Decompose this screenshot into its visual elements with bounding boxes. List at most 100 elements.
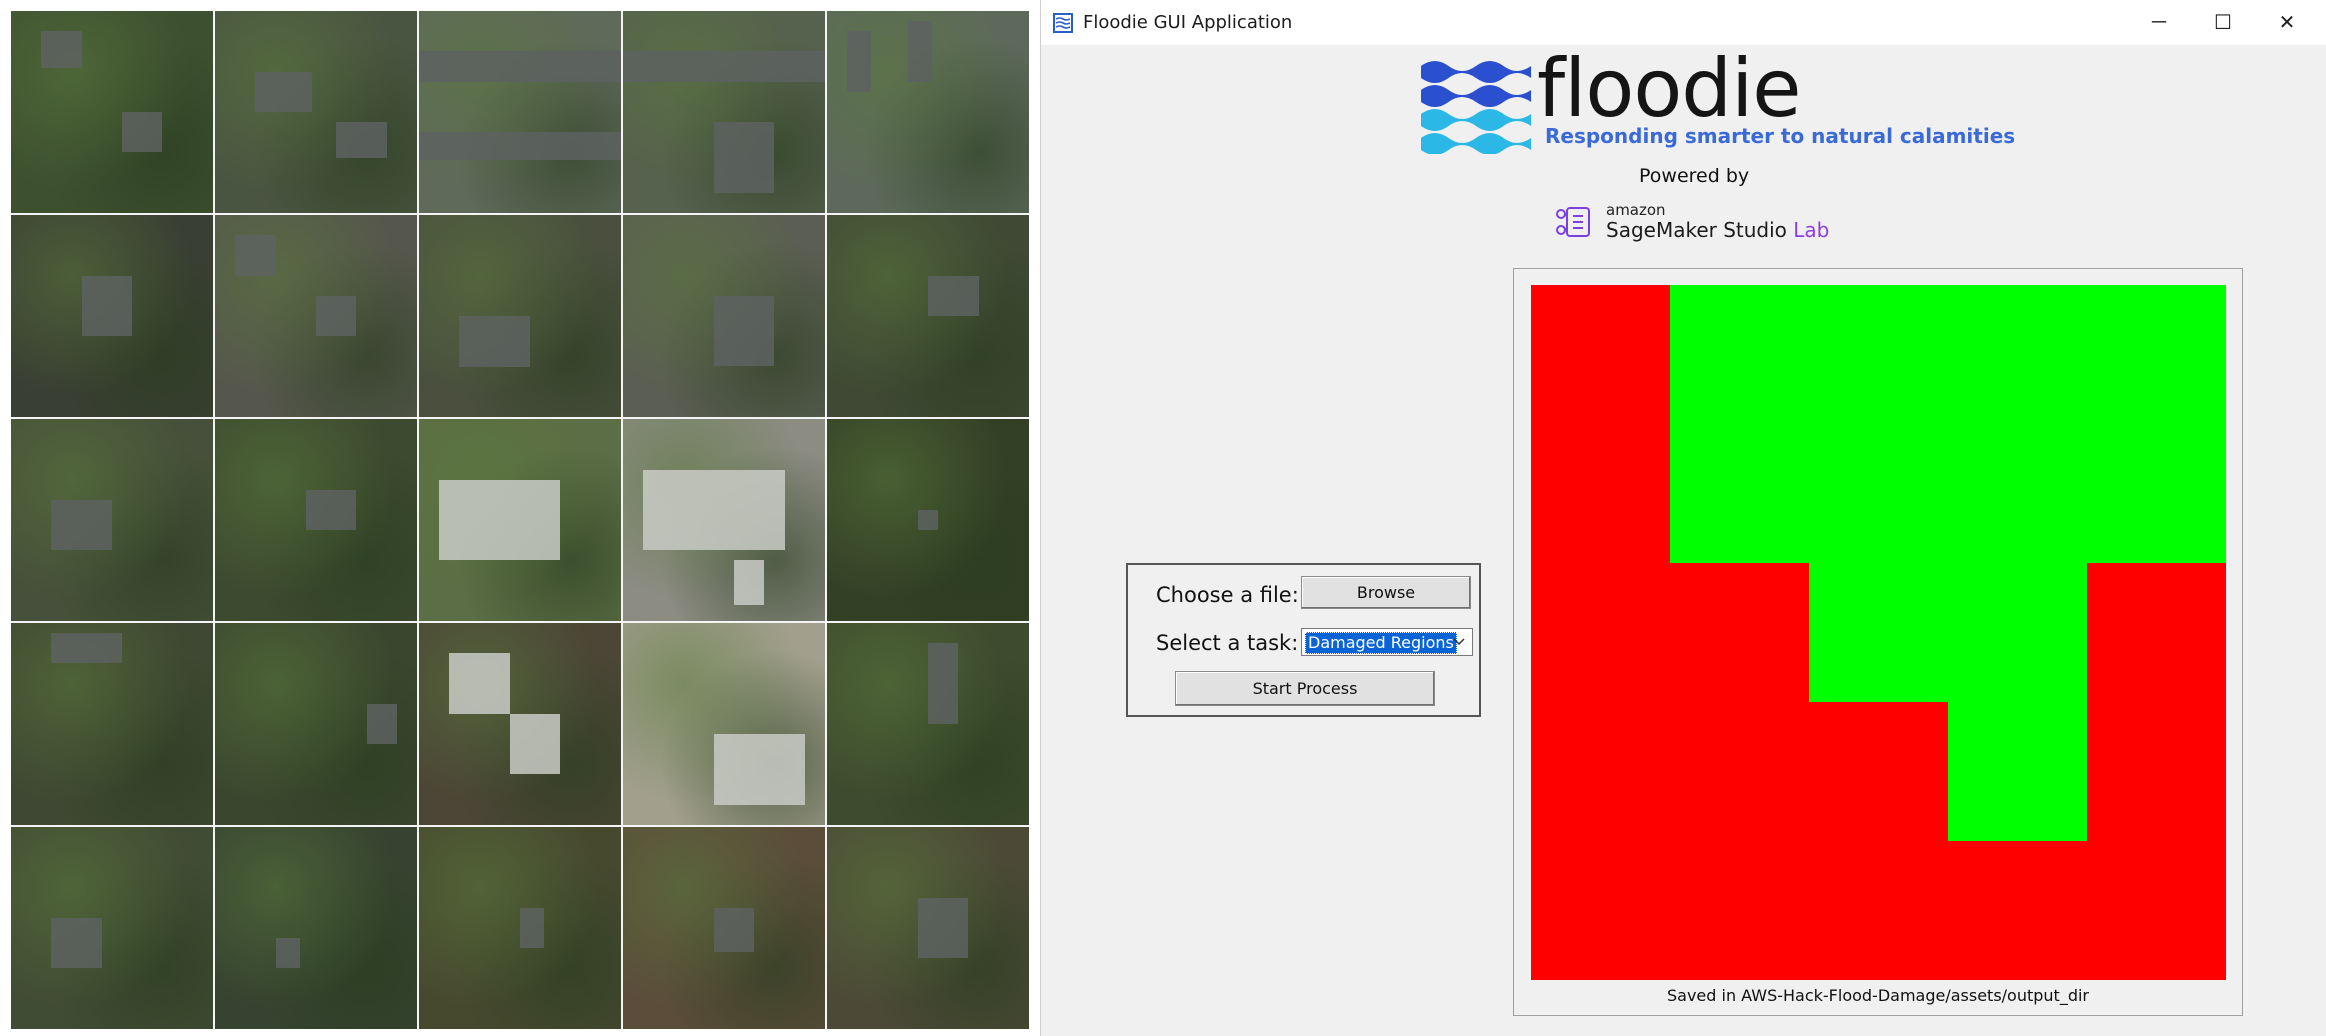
satellite-tile (215, 215, 417, 417)
map-cell-undamaged (1948, 563, 2087, 702)
minimize-button[interactable]: ─ (2127, 0, 2191, 45)
window-title: Floodie GUI Application (1083, 12, 1293, 33)
building-roof (734, 560, 765, 605)
sagemaker-icon (1556, 207, 1590, 237)
satellite-tile (623, 827, 825, 1029)
building-roof (51, 499, 112, 551)
satellite-tile (419, 623, 621, 825)
building-roof (419, 132, 621, 161)
building-roof (520, 907, 545, 949)
building-roof (623, 51, 825, 82)
satellite-tile (827, 827, 1029, 1029)
building-roof (643, 469, 785, 551)
satellite-tile (11, 11, 213, 213)
building-roof (439, 479, 561, 561)
map-cell-damaged (1531, 702, 1670, 841)
map-cell-undamaged (1948, 285, 2087, 424)
output-save-path: Saved in AWS-Hack-Flood-Damage/assets/ou… (1666, 986, 2089, 1005)
satellite-tile (11, 215, 213, 417)
amazon-wordmark: amazon (1606, 201, 1666, 219)
task-select[interactable]: Damaged Regions (1301, 628, 1473, 656)
building-roof (81, 275, 133, 337)
map-cell-undamaged (1809, 424, 1948, 563)
map-cell-damaged (1531, 563, 1670, 702)
map-cell-damaged (2087, 841, 2226, 980)
map-cell-undamaged (1948, 702, 2087, 841)
satellite-tile (623, 623, 825, 825)
satellite-tile (419, 11, 621, 213)
building-roof (305, 489, 357, 531)
satellite-tile (215, 419, 417, 621)
map-cell-damaged (1670, 702, 1809, 841)
satellite-tile (827, 623, 1029, 825)
app-icon (1053, 12, 1073, 33)
task-selected-value: Damaged Regions (1305, 632, 1457, 654)
map-cell-undamaged (1809, 563, 1948, 702)
satellite-tile (623, 419, 825, 621)
map-cell-undamaged (1948, 424, 2087, 563)
map-cell-damaged (2087, 702, 2226, 841)
damage-output-map (1531, 285, 2226, 980)
building-roof (713, 734, 805, 805)
minimize-icon: ─ (2151, 11, 2167, 33)
building-roof (928, 643, 959, 724)
building-roof (41, 31, 82, 68)
map-cell-damaged (1670, 563, 1809, 702)
powered-by-label: Powered by (1639, 165, 1750, 187)
maximize-icon: ☐ (2214, 12, 2232, 34)
select-task-label: Select a task: (1156, 631, 1299, 655)
satellite-tile (623, 215, 825, 417)
building-roof (928, 275, 979, 316)
building-roof (907, 21, 933, 82)
satellite-tile (419, 215, 621, 417)
satellite-tile (11, 623, 213, 825)
map-cell-undamaged (1670, 424, 1809, 563)
satellite-tile (215, 11, 417, 213)
building-roof (713, 295, 775, 367)
building-roof (713, 907, 755, 953)
satellite-tile (419, 419, 621, 621)
map-cell-undamaged (2087, 285, 2226, 424)
satellite-tile (419, 827, 621, 1029)
tagline: Responding smarter to natural calamities (1545, 124, 2016, 148)
browse-button[interactable]: Browse (1301, 576, 1471, 609)
map-cell-undamaged (2087, 424, 2226, 563)
building-roof (509, 713, 561, 775)
building-roof (51, 917, 102, 969)
building-roof (419, 51, 621, 82)
building-roof (449, 653, 510, 714)
building-roof (917, 897, 969, 959)
map-cell-damaged (1670, 841, 1809, 980)
satellite-tile (827, 419, 1029, 621)
map-cell-damaged (1531, 285, 1670, 424)
building-roof (459, 316, 531, 367)
choose-file-label: Choose a file: (1156, 583, 1299, 607)
title-bar: Floodie GUI Application ─ ☐ ✕ (1041, 0, 2326, 45)
building-roof (51, 633, 123, 664)
map-cell-undamaged (1809, 285, 1948, 424)
satellite-tile (11, 419, 213, 621)
close-button[interactable]: ✕ (2255, 0, 2319, 45)
building-roof (847, 31, 872, 92)
sagemaker-studio-lab-name: SageMaker Studio Lab (1606, 218, 1829, 242)
maximize-button[interactable]: ☐ (2191, 0, 2255, 45)
satellite-tile (11, 827, 213, 1029)
satellite-tile (215, 827, 417, 1029)
start-process-button[interactable]: Start Process (1175, 671, 1435, 706)
map-cell-damaged (1948, 841, 2087, 980)
building-roof (122, 112, 163, 153)
building-roof (235, 235, 276, 276)
app-window: Floodie GUI Application ─ ☐ ✕ floodie Re… (1040, 0, 2326, 1036)
building-roof (255, 71, 312, 112)
satellite-tile (827, 215, 1029, 417)
map-cell-damaged (1531, 424, 1670, 563)
building-roof (366, 703, 397, 745)
map-cell-undamaged (1670, 285, 1809, 424)
close-icon: ✕ (2278, 12, 2296, 34)
building-roof (917, 509, 939, 531)
building-roof (316, 295, 357, 337)
satellite-tile (623, 11, 825, 213)
map-cell-damaged (2087, 563, 2226, 702)
floodie-waves-logo-icon (1421, 61, 1531, 154)
partner-lab-suffix: Lab (1793, 218, 1830, 242)
